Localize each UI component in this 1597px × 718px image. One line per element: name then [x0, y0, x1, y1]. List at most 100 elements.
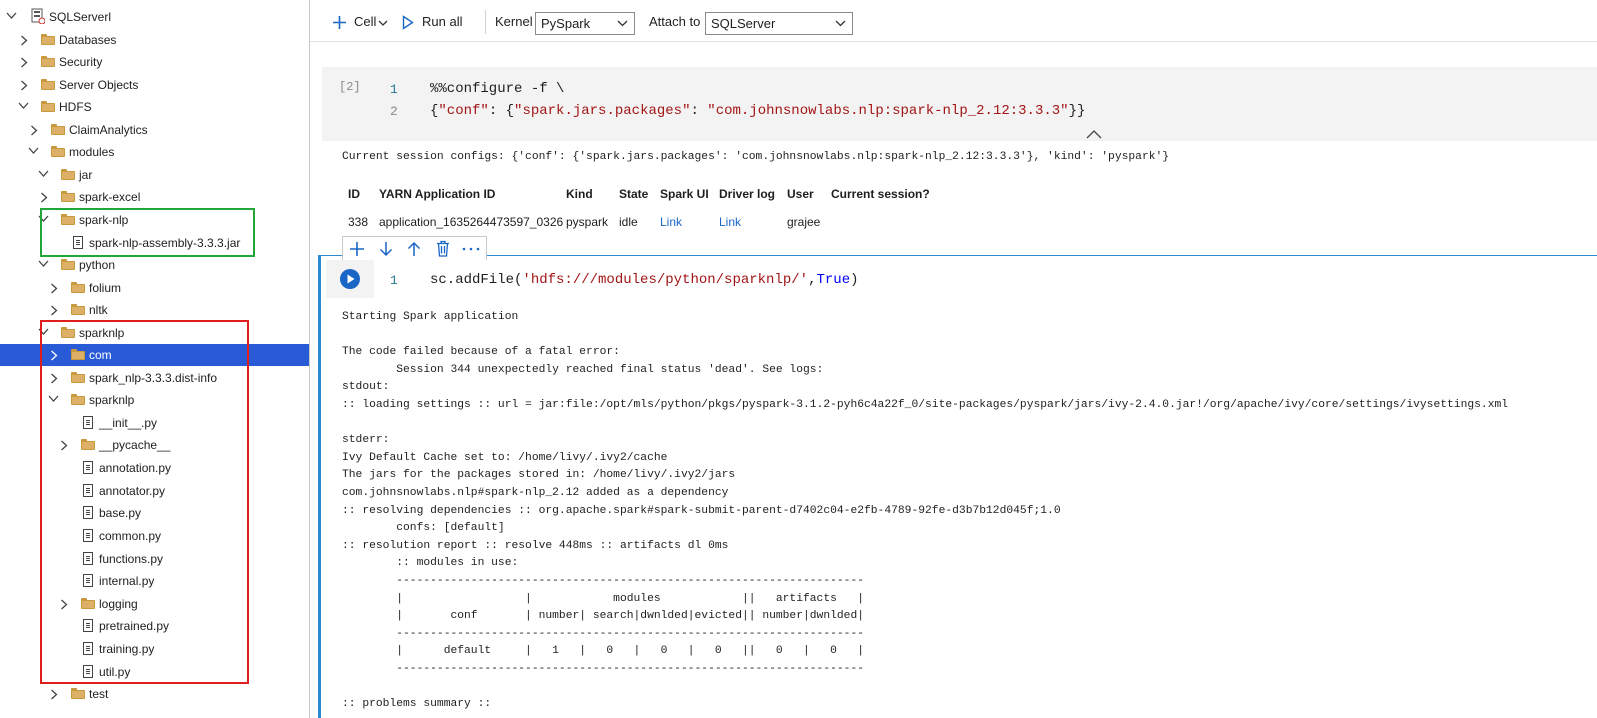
table-header: User	[787, 187, 814, 201]
tree-folder-item[interactable]: spark_nlp-3.3.3.dist-info	[0, 367, 309, 389]
tree-folder-item[interactable]: folium	[0, 277, 309, 299]
chevron-right-icon[interactable]	[50, 277, 62, 299]
output-line: ----------------------------------------…	[342, 627, 865, 640]
chevron-right-icon[interactable]	[50, 299, 62, 321]
chevron-down-icon[interactable]	[28, 141, 40, 163]
folder-icon	[81, 439, 95, 452]
tree-folder-item[interactable]: spark-nlp	[0, 209, 309, 231]
add-cell-below-button[interactable]	[343, 237, 371, 261]
chevron-down-icon[interactable]	[18, 96, 30, 118]
tree-folder-item[interactable]: Server Objects	[0, 74, 309, 96]
output-line: stdout:	[342, 381, 390, 394]
tree-folder-item[interactable]: test	[0, 683, 309, 705]
collapse-chevron-up-icon[interactable]	[1086, 129, 1102, 139]
spark-ui-link[interactable]: Link	[660, 215, 682, 229]
chevron-right-icon[interactable]	[60, 593, 72, 615]
tree-file-item[interactable]: functions.py	[0, 548, 309, 570]
tree-folder-item[interactable]: python	[0, 254, 309, 276]
output-line: :: loading settings :: url = jar:file:/o…	[342, 399, 1509, 411]
code-cell-configure[interactable]: [2] 1 2 %%configure -f \ {"conf": {"spar…	[322, 67, 1597, 141]
chevron-right-icon[interactable]	[50, 344, 62, 366]
line-number: 1	[390, 82, 398, 97]
folder-icon	[71, 282, 85, 295]
tree-folder-item[interactable]: modules	[0, 141, 309, 163]
toolbar-divider	[485, 10, 486, 34]
tree-file-item[interactable]: spark-nlp-assembly-3.3.3.jar	[0, 232, 309, 254]
output-line: The jars for the packages stored in: /ho…	[342, 469, 736, 482]
tree-file-item[interactable]: annotation.py	[0, 457, 309, 479]
tree-file-item[interactable]: __init__.py	[0, 412, 309, 434]
folder-icon	[71, 394, 85, 407]
tree-folder-item[interactable]: HDFS	[0, 96, 309, 118]
file-icon	[73, 236, 87, 249]
code-line[interactable]: sc.addFile('hdfs:///modules/python/spark…	[430, 272, 859, 288]
tree-folder-item[interactable]: Databases	[0, 29, 309, 51]
chevron-down-icon[interactable]	[6, 6, 18, 28]
kernel-select[interactable]: PySpark	[535, 12, 635, 35]
code-cell-addfile[interactable]: 1 sc.addFile('hdfs:///modules/python/spa…	[326, 260, 1597, 298]
chevron-down-icon[interactable]	[38, 209, 50, 231]
chevron-right-icon[interactable]	[60, 434, 72, 456]
chevron-right-icon[interactable]	[50, 367, 62, 389]
code-line[interactable]: %%configure -f \	[430, 81, 564, 97]
tree-item-server[interactable]: SQLServerl	[0, 6, 309, 28]
output-line: Starting Spark application	[342, 311, 519, 323]
tree-folder-item[interactable]: sparknlp	[0, 322, 309, 344]
tree-file-item[interactable]: training.py	[0, 638, 309, 660]
tree-file-item[interactable]: base.py	[0, 502, 309, 524]
tree-folder-item[interactable]: spark-excel	[0, 186, 309, 208]
folder-icon	[71, 688, 85, 701]
table-cell-kind: pyspark	[566, 215, 609, 229]
attach-to-select[interactable]: SQLServer	[705, 12, 853, 35]
tree-file-item[interactable]: pretrained.py	[0, 615, 309, 637]
chevron-down-icon[interactable]	[38, 322, 50, 344]
tree-file-item[interactable]: internal.py	[0, 570, 309, 592]
move-up-button[interactable]	[400, 237, 428, 261]
folder-icon	[61, 191, 75, 204]
attach-to-select-value: SQLServer	[711, 16, 776, 31]
tree-folder-item[interactable]: jar	[0, 164, 309, 186]
file-icon	[83, 665, 97, 678]
folder-icon	[51, 124, 65, 137]
notebook-toolbar: Cell Run all Kernel PySpark Attach to SQ…	[310, 0, 1597, 42]
tree-item-label: spark-nlp	[79, 213, 129, 227]
code-string: 'hdfs:///modules/python/sparknlp/'	[522, 272, 809, 288]
session-configs-text: Current session configs: {'conf': {'spar…	[342, 151, 1170, 163]
folder-icon	[61, 169, 75, 182]
more-actions-button[interactable]	[457, 237, 485, 261]
code-editor[interactable]: 1 sc.addFile('hdfs:///modules/python/spa…	[374, 260, 1597, 298]
active-cell-top-border	[318, 255, 1597, 256]
code-line[interactable]: {"conf": {"spark.jars.packages": "com.jo…	[430, 103, 1085, 119]
folder-icon	[41, 101, 55, 114]
tree-file-item[interactable]: common.py	[0, 525, 309, 547]
file-icon	[83, 642, 97, 655]
chevron-right-icon[interactable]	[30, 119, 42, 141]
run-cell-button[interactable]	[340, 269, 360, 289]
tree-folder-item[interactable]: sparknlp	[0, 389, 309, 411]
chevron-right-icon[interactable]	[20, 74, 32, 96]
tree-folder-item[interactable]: logging	[0, 593, 309, 615]
chevron-right-icon[interactable]	[20, 51, 32, 73]
chevron-right-icon[interactable]	[20, 29, 32, 51]
folder-icon	[41, 34, 55, 47]
tree-file-item[interactable]: util.py	[0, 661, 309, 683]
tree-folder-item[interactable]: Security	[0, 51, 309, 73]
table-header: Kind	[566, 187, 593, 201]
chevron-down-icon[interactable]	[38, 254, 50, 276]
driver-log-link[interactable]: Link	[719, 215, 741, 229]
chevron-right-icon[interactable]	[40, 186, 52, 208]
move-down-button[interactable]	[372, 237, 400, 261]
chevron-down-icon[interactable]	[48, 389, 60, 411]
tree-folder-item[interactable]: __pycache__	[0, 434, 309, 456]
tree-folder-item[interactable]: nltk	[0, 299, 309, 321]
delete-cell-button[interactable]	[429, 237, 457, 261]
tree-folder-item[interactable]: ClaimAnalytics	[0, 119, 309, 141]
output-line: | default | 1 | 0 | 0 | 0 || 0 | 0 |	[342, 645, 865, 658]
chevron-down-icon[interactable]	[38, 164, 50, 186]
chevron-right-icon[interactable]	[50, 683, 62, 705]
output-line: The code failed because of a fatal error…	[342, 346, 620, 359]
folder-icon	[81, 598, 95, 611]
tree-file-item[interactable]: annotator.py	[0, 480, 309, 502]
tree-folder-item[interactable]: com	[0, 344, 309, 366]
chevron-down-icon	[617, 20, 628, 27]
